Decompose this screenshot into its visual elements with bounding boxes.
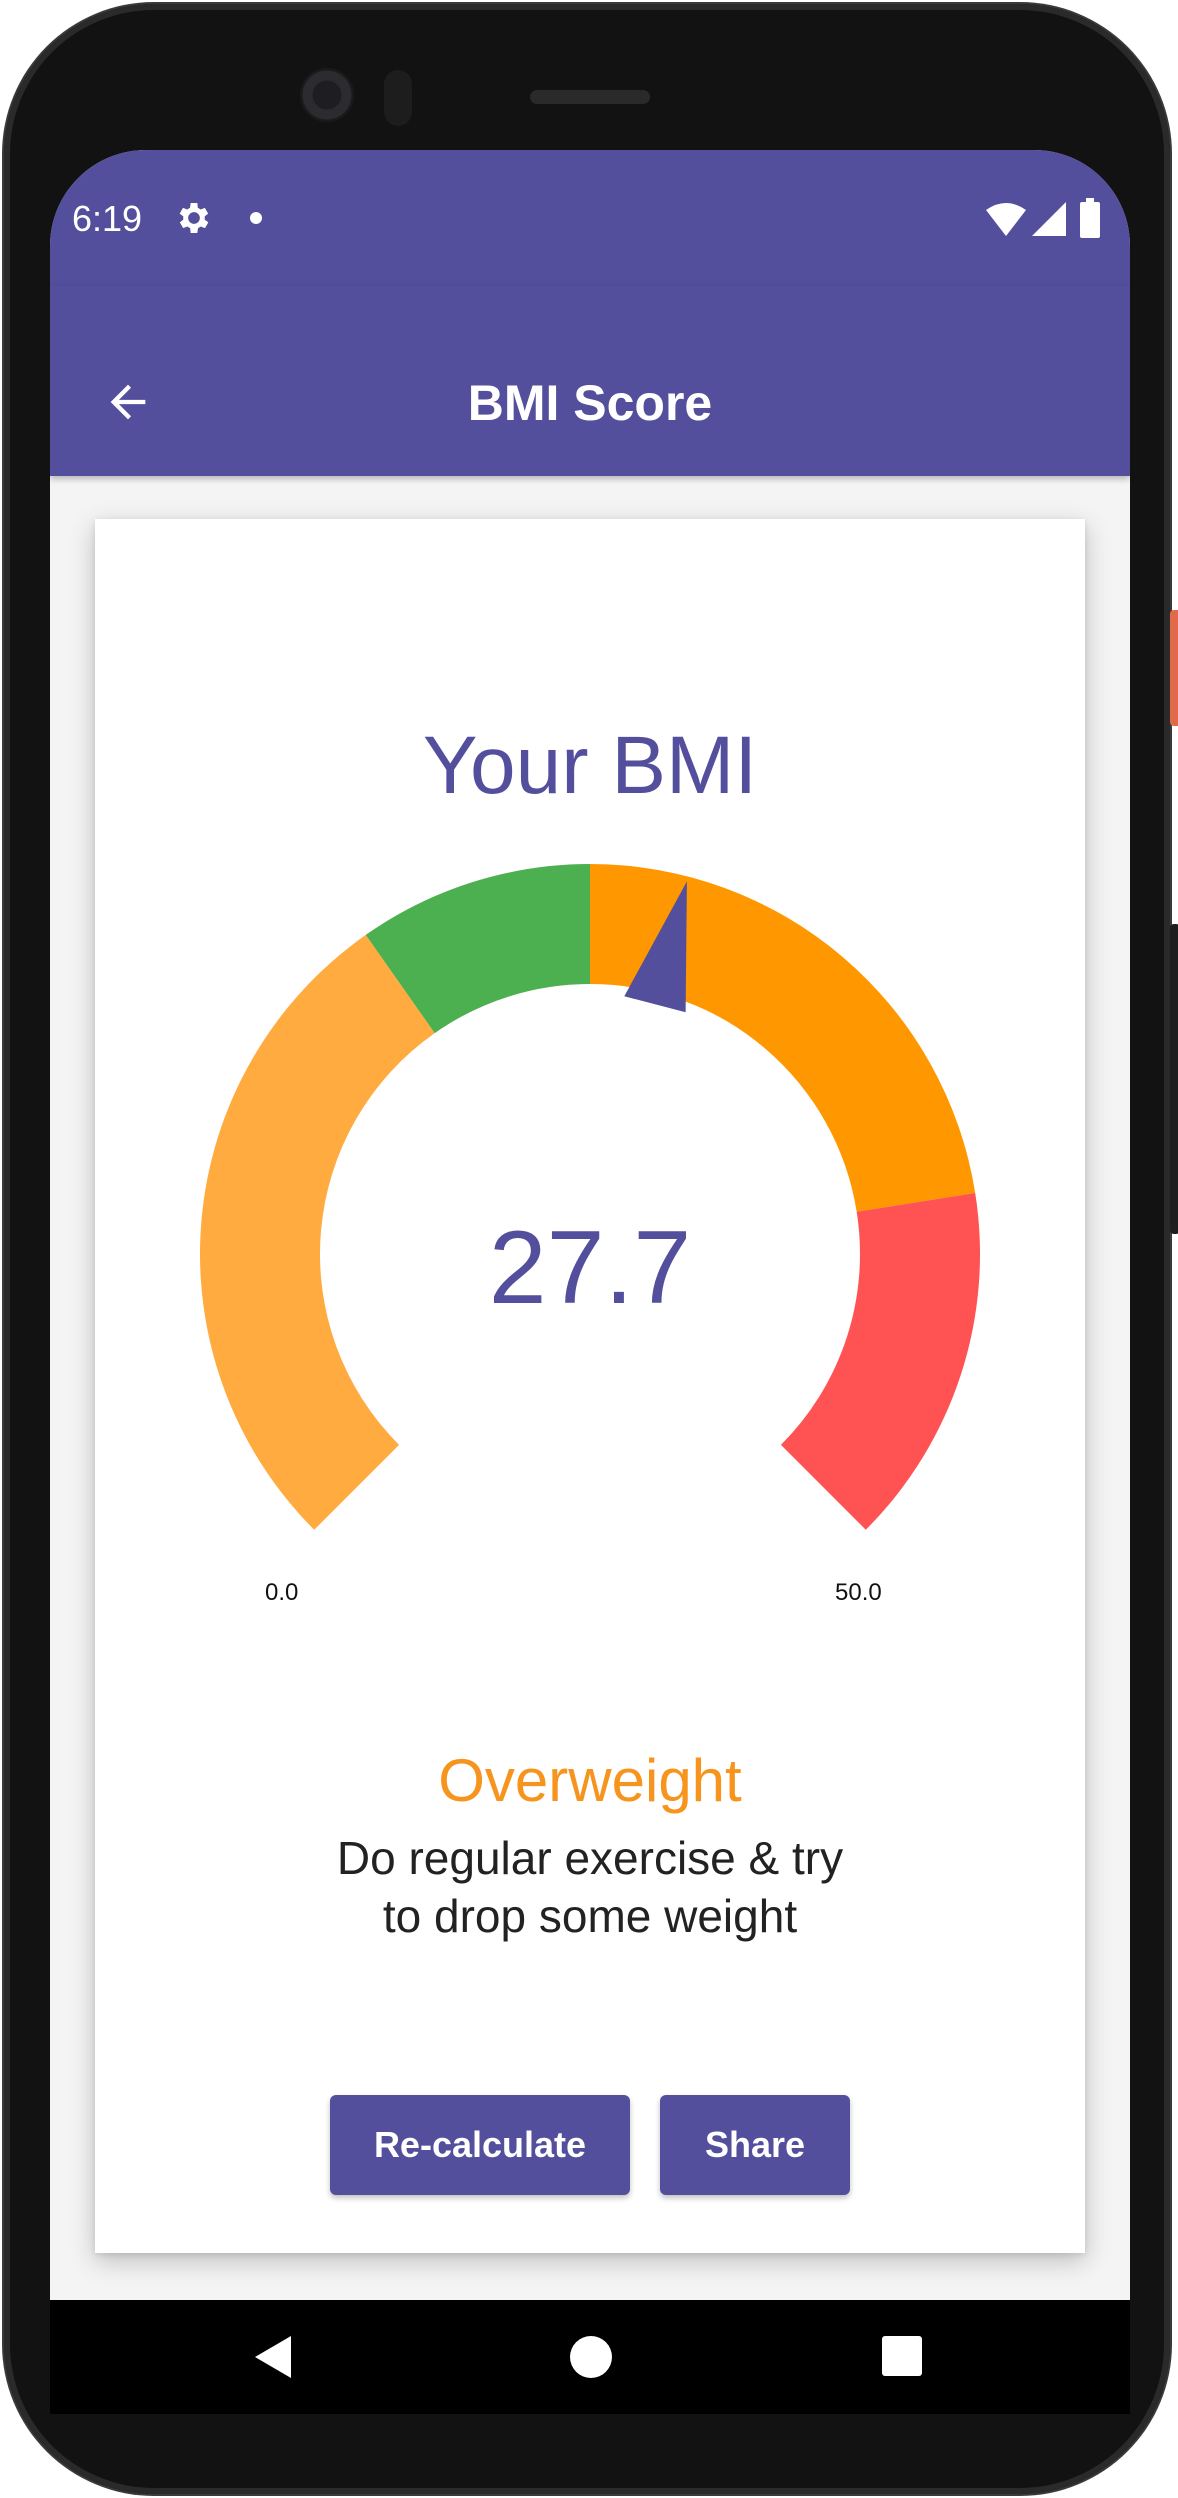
- power-button: [1170, 610, 1178, 726]
- status-time: 6:19: [72, 198, 143, 239]
- gauge-segment-3: [590, 864, 976, 1212]
- status-bar: 6:19: [50, 150, 1130, 286]
- nav-recents-icon[interactable]: [882, 2336, 922, 2376]
- navigation-bar: [50, 2300, 1130, 2414]
- wifi-icon: [986, 203, 1026, 236]
- result-card: Your BMI 27.7 0.0 50.0 Overweight Do reg…: [95, 519, 1085, 2253]
- front-camera: [300, 68, 354, 122]
- notification-dot-icon: [250, 212, 262, 224]
- battery-icon: [1080, 198, 1100, 238]
- gauge-min-label: 0.0: [265, 1579, 299, 1606]
- advice-line-2: to drop some weight: [382, 1890, 798, 1942]
- bmi-gauge: [200, 864, 980, 1530]
- recalculate-button[interactable]: Re-calculate: [330, 2095, 630, 2195]
- page-title: BMI Score: [467, 375, 713, 431]
- share-button[interactable]: Share: [660, 2095, 850, 2195]
- screen: 6:19 BMI Score Your BMI 27.7 0.0 50.0 Ov…: [50, 150, 1130, 2414]
- gauge-max-label: 50.0: [835, 1579, 882, 1606]
- volume-button: [1170, 924, 1178, 1234]
- signal-icon: [1032, 202, 1066, 236]
- bmi-advice: Do regular exercise & try to drop some w…: [290, 1829, 890, 1945]
- phone-frame: 6:19 BMI Score Your BMI 27.7 0.0 50.0 Ov…: [4, 4, 1178, 2494]
- bmi-value: 27.7: [488, 1210, 692, 1326]
- bmi-category: Overweight: [438, 1747, 742, 1814]
- proximity-sensor: [384, 70, 412, 126]
- advice-line-1: Do regular exercise & try: [336, 1832, 844, 1884]
- gear-icon: [179, 203, 209, 233]
- earpiece-speaker: [530, 90, 650, 104]
- nav-back-icon[interactable]: [255, 2336, 291, 2378]
- nav-home-icon[interactable]: [570, 2336, 612, 2378]
- app-bar: BMI Score: [50, 286, 1130, 476]
